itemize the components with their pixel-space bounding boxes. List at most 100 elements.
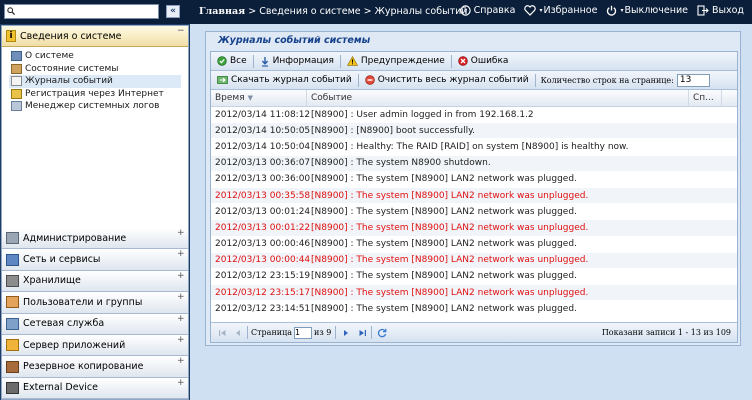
column-header-sp[interactable]: Сп... bbox=[689, 90, 722, 106]
column-header-event[interactable]: Событие bbox=[307, 90, 689, 106]
table-row[interactable]: 2012/03/13 00:35:58 [N8900] : The system … bbox=[211, 187, 737, 205]
info-icon: i bbox=[6, 30, 16, 42]
sidebar-section-administration[interactable]: Администрирование + bbox=[2, 228, 188, 250]
prev-page-icon bbox=[236, 329, 240, 336]
cell-time: 2012/03/13 00:01:24 bbox=[215, 206, 311, 217]
cell-time: 2012/03/14 10:50:04 bbox=[215, 141, 311, 152]
table-row[interactable]: 2012/03/14 11:08:12 [N8900] : User admin … bbox=[211, 107, 737, 124]
table-row[interactable]: 2012/03/14 10:50:05 [N8900] : [N8900] boo… bbox=[211, 123, 737, 140]
cell-event: [N8900] : The system [N8900] LAN2 networ… bbox=[311, 222, 589, 233]
filter-all-button[interactable]: Все bbox=[214, 54, 250, 69]
all-icon bbox=[217, 56, 227, 66]
expand-icon[interactable]: + bbox=[177, 335, 185, 345]
table-row[interactable]: 2012/03/14 10:50:04 [N8900] : Healthy: Th… bbox=[211, 139, 737, 156]
tools-icon bbox=[6, 232, 19, 245]
breadcrumb-home[interactable]: Главная bbox=[199, 6, 245, 17]
sidebar-item-log-manager[interactable]: Менеджер системных логов bbox=[9, 100, 188, 113]
download-log-button[interactable]: Скачать журнал событий bbox=[214, 73, 355, 88]
cell-time: 2012/03/13 00:00:46 bbox=[215, 239, 311, 250]
sidebar-sections: Администрирование + Сеть и сервисы + Хра… bbox=[2, 228, 188, 400]
table-row[interactable]: 2012/03/13 00:01:24 [N8900] : The system … bbox=[211, 204, 737, 221]
expand-icon[interactable]: + bbox=[177, 357, 185, 366]
storage-icon bbox=[6, 274, 19, 287]
status-icon bbox=[11, 63, 22, 74]
next-page-button[interactable] bbox=[339, 326, 353, 340]
column-header-time[interactable]: Время ▼ bbox=[211, 90, 307, 106]
device-icon bbox=[6, 381, 19, 394]
sort-desc-icon: ▼ bbox=[247, 94, 254, 102]
dropdown-caret-icon: ▾ bbox=[620, 7, 624, 14]
breadcrumb-section[interactable]: Сведения о системе bbox=[259, 6, 360, 17]
sidebar-item-status[interactable]: Состояние системы bbox=[9, 63, 188, 76]
expand-icon[interactable]: + bbox=[177, 314, 185, 324]
help-label: Справка bbox=[473, 5, 516, 16]
sidebar-section-external-device[interactable]: External Device + bbox=[2, 377, 188, 400]
logout-button[interactable]: Выход bbox=[697, 5, 744, 16]
filter-error-label: Ошибка bbox=[470, 56, 509, 66]
network-icon bbox=[6, 253, 19, 266]
search-input[interactable] bbox=[4, 4, 159, 19]
cell-event: [N8900] : The system [N8900] LAN2 networ… bbox=[311, 287, 589, 298]
expand-icon[interactable]: + bbox=[177, 378, 185, 388]
cell-event: [N8900] : The system N8900 shutdown. bbox=[311, 158, 491, 169]
toolbar-divider bbox=[450, 54, 452, 68]
table-row[interactable]: 2012/03/13 00:00:44 [N8900] : The system … bbox=[211, 252, 737, 269]
column-header-label: Время bbox=[215, 93, 245, 103]
filter-error-button[interactable]: Ошибка bbox=[455, 54, 512, 69]
table-row[interactable]: 2012/03/12 23:14:51 [N8900] : The system … bbox=[211, 301, 737, 317]
table-row[interactable]: 2012/03/13 00:36:00 [N8900] : The system … bbox=[211, 172, 737, 188]
shutdown-button[interactable]: ▾ Выключение bbox=[606, 5, 688, 16]
event-log-grid: Все Информация Предупреждение Ошибка Ска… bbox=[210, 51, 738, 343]
clear-log-button[interactable]: Очистить весь журнал событий bbox=[362, 73, 532, 88]
cell-time: 2012/03/14 10:50:05 bbox=[215, 125, 311, 136]
toolbar-divider bbox=[339, 54, 341, 68]
records-info: Показани записи 1 - 13 из 109 bbox=[601, 328, 731, 337]
collapse-sidebar-button[interactable]: « bbox=[166, 5, 180, 18]
expand-icon[interactable]: + bbox=[177, 293, 185, 302]
main-content: Журналы событий системы Все Информация П… bbox=[190, 24, 752, 400]
sidebar-section-app-server[interactable]: Сервер приложений + bbox=[2, 334, 188, 357]
favorites-button[interactable]: ▾ Избранное bbox=[524, 5, 597, 16]
pager-divider bbox=[371, 326, 373, 339]
rows-per-page-input[interactable] bbox=[676, 73, 710, 87]
sidebar-item-label: Регистрация через Интернет bbox=[25, 88, 164, 99]
logout-label: Выход bbox=[711, 5, 744, 16]
expand-icon[interactable]: + bbox=[177, 250, 185, 259]
table-row[interactable]: 2012/03/12 23:15:19 [N8900] : The system … bbox=[211, 269, 737, 286]
first-page-button[interactable] bbox=[215, 326, 229, 340]
filter-info-button[interactable]: Информация bbox=[257, 54, 337, 69]
rows-per-page-label: Количество строк на странице: bbox=[540, 75, 674, 85]
expand-icon[interactable]: + bbox=[177, 229, 185, 238]
panel-title: Журналы событий системы bbox=[216, 35, 373, 46]
breadcrumb-separator: > bbox=[363, 6, 372, 17]
sidebar-item-registration[interactable]: Регистрация через Интернет bbox=[9, 88, 188, 101]
grid-header: Время ▼ Событие Сп... bbox=[211, 90, 737, 107]
collapse-icon[interactable]: − bbox=[177, 27, 185, 36]
cell-event: [N8900] : The system [N8900] LAN2 networ… bbox=[311, 303, 577, 314]
sidebar-section-backup[interactable]: Резервное копирование + bbox=[2, 356, 188, 378]
column-header-label: Событие bbox=[311, 93, 353, 103]
cell-event: [N8900] : The system [N8900] LAN2 networ… bbox=[311, 206, 577, 217]
sidebar-item-about[interactable]: О системе bbox=[9, 50, 188, 63]
sidebar-section-network[interactable]: Сеть и сервисы + bbox=[2, 249, 188, 271]
users-icon bbox=[6, 296, 19, 309]
sidebar-item-event-logs[interactable]: Журналы событий bbox=[9, 75, 181, 88]
filter-all-label: Все bbox=[230, 56, 247, 66]
sidebar-section-net-service[interactable]: Сетевая служба + bbox=[2, 313, 188, 335]
sidebar-section-system-info[interactable]: i Сведения о системе − bbox=[2, 26, 188, 47]
table-row[interactable]: 2012/03/13 00:36:07 [N8900] : The system … bbox=[211, 155, 737, 172]
refresh-button[interactable] bbox=[375, 326, 389, 340]
expand-icon[interactable]: + bbox=[177, 271, 185, 281]
prev-page-button[interactable] bbox=[231, 326, 245, 340]
last-page-button[interactable] bbox=[355, 326, 369, 340]
page-number-input[interactable] bbox=[294, 326, 313, 339]
filter-warning-button[interactable]: Предупреждение bbox=[344, 54, 448, 69]
sidebar-section-storage[interactable]: Хранилище + bbox=[2, 270, 188, 293]
sidebar-section-users[interactable]: Пользователи и группы + bbox=[2, 292, 188, 314]
table-row[interactable]: 2012/03/13 00:00:46 [N8900] : The system … bbox=[211, 237, 737, 253]
info-icon bbox=[261, 56, 268, 67]
table-row[interactable]: 2012/03/12 23:15:17 [N8900] : The system … bbox=[211, 285, 737, 302]
table-row[interactable]: 2012/03/13 00:01:22 [N8900] : The system … bbox=[211, 220, 737, 237]
help-button[interactable]: ? Справка bbox=[459, 5, 516, 16]
toolbar-divider bbox=[252, 54, 254, 68]
